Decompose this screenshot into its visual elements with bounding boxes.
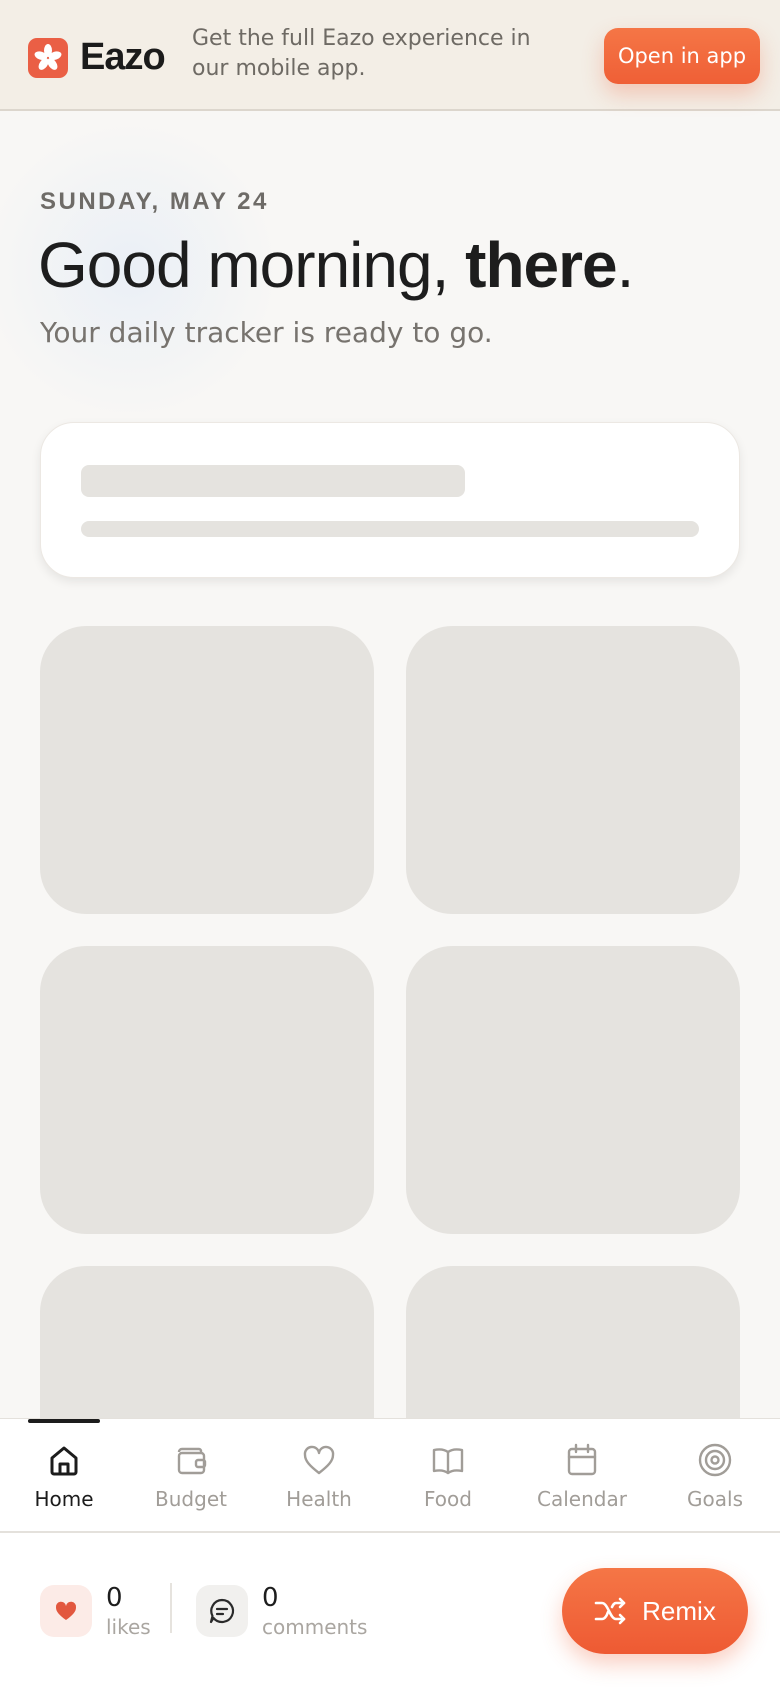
comments-count: 0: [262, 1583, 279, 1613]
heart-icon: [303, 1445, 335, 1475]
bottom-tab-bar: Home Budget Health Food Calendar Goals: [0, 1418, 780, 1533]
likes-label: likes: [106, 1615, 151, 1639]
skeleton-tile: [406, 626, 740, 914]
tab-label: Calendar: [537, 1487, 627, 1511]
greeting-name: there: [465, 229, 617, 301]
tab-label: Food: [424, 1487, 472, 1511]
skeleton-tile: [40, 626, 374, 914]
loading-summary-card: [40, 422, 740, 578]
skeleton-tile: [40, 946, 374, 1234]
shuffle-icon: [594, 1597, 626, 1625]
tab-food[interactable]: Food: [384, 1419, 512, 1531]
likes-count: 0: [106, 1583, 123, 1613]
current-date: SUNDAY, MAY 24: [40, 188, 269, 215]
divider: [170, 1583, 172, 1633]
greeting-heading: Good morning, there.: [38, 228, 635, 302]
tab-home[interactable]: Home: [0, 1419, 128, 1531]
open-in-app-button[interactable]: Open in app: [604, 28, 760, 84]
greeting-prefix: Good morning,: [38, 229, 466, 301]
home-icon: [50, 1446, 78, 1476]
tab-budget[interactable]: Budget: [127, 1419, 255, 1531]
tab-health[interactable]: Health: [255, 1419, 383, 1531]
skeleton-line: [81, 521, 699, 537]
comment-button[interactable]: [196, 1585, 248, 1637]
remix-button[interactable]: Remix: [562, 1568, 748, 1654]
skeleton-tile: [406, 946, 740, 1234]
app-promo-banner: Eazo Get the full Eazo experience in our…: [0, 0, 780, 111]
tab-label: Health: [286, 1487, 352, 1511]
brand-name: Eazo: [80, 36, 166, 78]
banner-message: Get the full Eazo experience in our mobi…: [192, 26, 531, 81]
tab-calendar[interactable]: Calendar: [518, 1419, 646, 1531]
tab-label: Budget: [155, 1487, 227, 1511]
asterisk-icon: [28, 37, 68, 78]
calendar-icon: [567, 1443, 597, 1476]
skeleton-line: [81, 465, 465, 497]
remix-label: Remix: [642, 1595, 716, 1626]
book-icon: [432, 1448, 464, 1475]
tab-label: Home: [34, 1487, 94, 1511]
comments-label: comments: [262, 1615, 368, 1639]
tab-label: Goals: [687, 1487, 743, 1511]
greeting-suffix: .: [616, 229, 635, 301]
like-button[interactable]: [40, 1585, 92, 1637]
tab-goals[interactable]: Goals: [651, 1419, 779, 1531]
brand-logo: Eazo: [28, 36, 166, 79]
engagement-footer: 0 likes 0 comments Remix: [0, 1533, 780, 1688]
greeting-subtitle: Your daily tracker is ready to go.: [40, 316, 493, 349]
target-icon: [698, 1443, 732, 1477]
comment-icon: [209, 1598, 235, 1624]
wallet-icon: [177, 1447, 207, 1475]
heart-icon: [55, 1601, 77, 1620]
